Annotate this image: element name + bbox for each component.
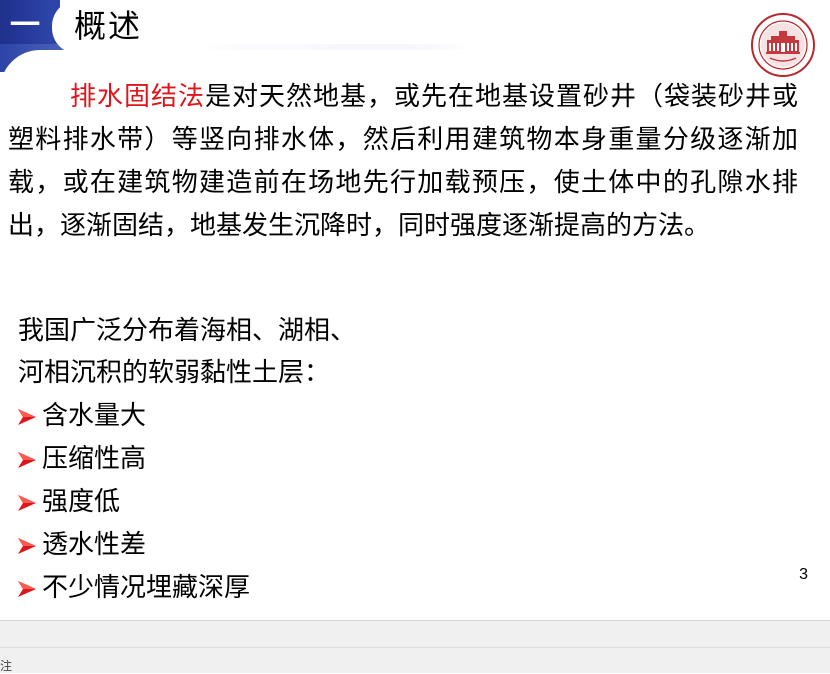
page-number: 3: [799, 566, 808, 583]
bullet-label: 不少情况埋藏深厚: [42, 573, 251, 603]
list-item: 不少情况埋藏深厚: [16, 567, 250, 610]
highlight-term: 排水固结法: [70, 82, 205, 112]
notes-pane[interactable]: 注: [0, 620, 830, 673]
list-item: 透水性差: [16, 524, 250, 567]
notes-label: 注: [0, 659, 13, 673]
bullet-list: 含水量大 压缩性高 强度低 透水性差 不少情况埋藏深厚: [16, 395, 250, 610]
bullet-label: 强度低: [42, 487, 121, 517]
university-seal-icon: [751, 13, 815, 77]
list-item: 压缩性高: [16, 438, 250, 481]
red-arrow-icon: [18, 408, 36, 425]
slide-canvas: 一 概述 排水固结法是对天然地基，或先在地基设置砂井（袋装砂井或塑料排水带）等竖…: [0, 0, 830, 620]
bullet-label: 含水量大: [42, 401, 147, 431]
bullet-label: 透水性差: [42, 530, 147, 560]
red-arrow-icon: [18, 580, 36, 597]
slide-title: 概述: [74, 7, 143, 45]
intro-text: 我国广泛分布着海相、湖相、 河相沉积的软弱黏性土层：: [18, 310, 356, 394]
intro-line-1: 我国广泛分布着海相、湖相、: [18, 316, 357, 346]
intro-line-2: 河相沉积的软弱黏性土层：: [18, 358, 331, 388]
red-arrow-icon: [18, 451, 36, 468]
list-item: 强度低: [16, 481, 250, 524]
red-arrow-icon: [18, 537, 36, 554]
red-arrow-icon: [18, 494, 36, 511]
bullet-label: 压缩性高: [42, 444, 147, 474]
notes-divider: [0, 647, 830, 648]
list-item: 含水量大: [16, 395, 250, 438]
section-number: 一: [10, 8, 40, 43]
definition-paragraph: 排水固结法是对天然地基，或先在地基设置砂井（袋装砂井或塑料排水带）等竖向排水体，…: [8, 76, 798, 248]
